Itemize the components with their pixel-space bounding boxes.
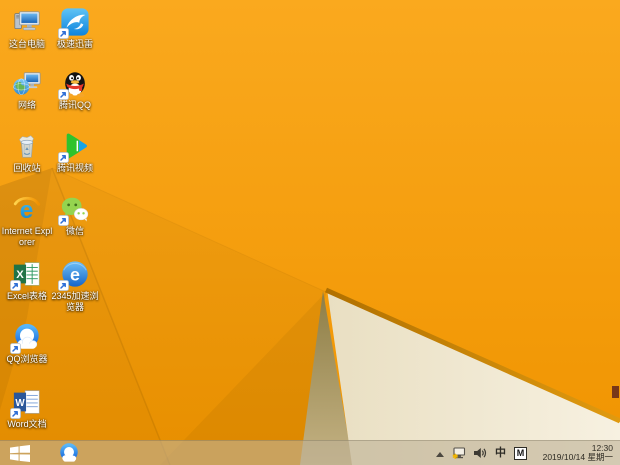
network-icon xyxy=(13,72,41,96)
shortcut-arrow-icon xyxy=(58,152,69,163)
desktop-icon-label: Excel表格 xyxy=(6,291,47,301)
desktop-icon-label: Word文档 xyxy=(7,419,47,429)
shortcut-arrow-icon xyxy=(10,280,21,291)
desktop-icon-label: 2345加速浏览器 xyxy=(51,291,99,312)
system-tray: 中 M 12:30 2019/10/14 星期一 xyxy=(436,441,620,465)
ime-language-indicator[interactable]: M xyxy=(514,446,527,460)
internet-explorer-icon: e xyxy=(13,196,41,224)
desktop-icon-label: 腾讯视频 xyxy=(56,163,93,173)
svg-text:e: e xyxy=(70,265,80,285)
shortcut-arrow-icon xyxy=(10,343,21,354)
speaker-icon xyxy=(474,448,487,458)
taskbar-qq-browser-button[interactable] xyxy=(52,441,86,465)
desktop-icon-label: 网络 xyxy=(17,100,36,110)
this-pc-icon xyxy=(14,11,40,31)
shortcut-arrow-icon xyxy=(58,280,69,291)
desktop-icon-label: QQ浏览器 xyxy=(6,354,48,364)
shortcut-arrow-icon xyxy=(58,28,69,39)
windows-logo-icon xyxy=(10,444,30,462)
shortcut-arrow-icon xyxy=(10,408,21,419)
volume-icon[interactable] xyxy=(474,447,487,459)
desktop-icon-label: 这台电脑 xyxy=(8,39,45,49)
desktop[interactable]: 这台电脑 网络 回收站 e Internet Explorer X Excel表… xyxy=(0,0,620,465)
svg-text:e: e xyxy=(20,197,34,224)
show-hidden-icons-button[interactable] xyxy=(436,450,444,457)
desktop-icon-label: 腾讯QQ xyxy=(58,100,91,110)
desktop-icon-xunlei[interactable]: 极速迅雷 xyxy=(43,7,107,50)
desktop-icon-tencent-video[interactable]: 腾讯视频 xyxy=(43,131,107,174)
desktop-icon-word[interactable]: W Word文档 xyxy=(0,387,59,430)
wallpaper-artifact xyxy=(612,386,619,398)
desktop-icon-tencent-qq[interactable]: 腾讯QQ xyxy=(43,68,107,111)
network-status-icon[interactable] xyxy=(452,446,466,460)
chevron-up-icon xyxy=(436,451,444,457)
taskbar: 中 M 12:30 2019/10/14 星期一 xyxy=(0,440,620,465)
qq-browser-icon xyxy=(60,443,78,462)
start-button[interactable] xyxy=(0,441,40,465)
desktop-icon-label: 回收站 xyxy=(13,163,41,173)
shortcut-arrow-icon xyxy=(58,89,69,100)
recycle-bin-icon xyxy=(19,135,34,158)
desktop-icon-wechat[interactable]: 微信 xyxy=(43,194,107,237)
desktop-icon-2345-browser[interactable]: e 2345加速浏览器 xyxy=(43,259,107,312)
desktop-icon-label: 微信 xyxy=(65,226,84,236)
taskbar-clock[interactable]: 12:30 2019/10/14 星期一 xyxy=(535,443,613,463)
shortcut-arrow-icon xyxy=(58,215,69,226)
clock-date: 2019/10/14 星期一 xyxy=(542,452,613,462)
desktop-icon-label: 极速迅雷 xyxy=(56,39,93,49)
ime-mode-indicator[interactable]: 中 xyxy=(495,447,506,459)
desktop-icon-qq-browser[interactable]: QQ浏览器 xyxy=(0,322,59,365)
network-warning-icon xyxy=(452,446,466,459)
